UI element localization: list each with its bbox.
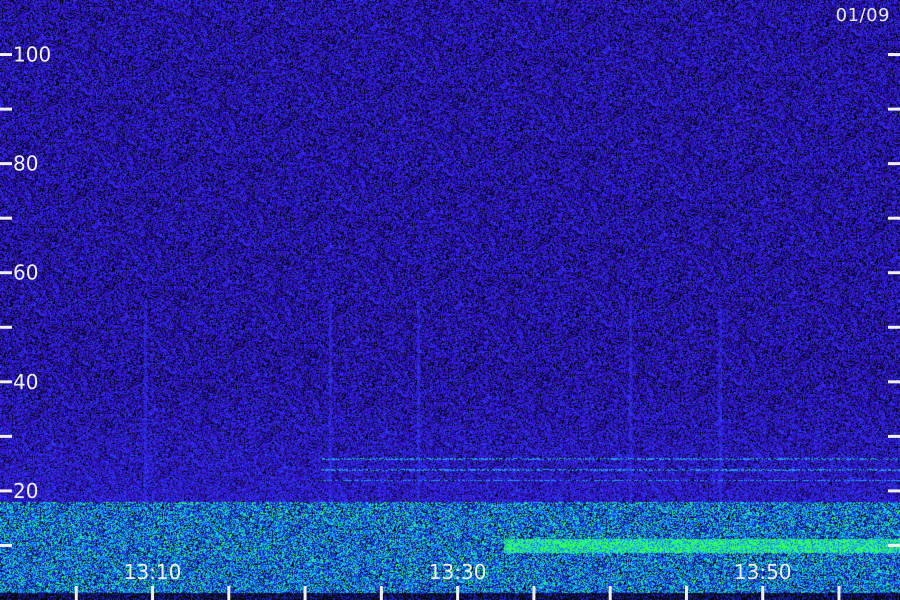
x-tick-label: 13:30	[429, 560, 487, 584]
x-tick-label: 13:10	[124, 560, 182, 584]
axis-overlay: 100 80 60 40 20 13:10 13:30 13:50	[0, 43, 900, 600]
spectrogram-panel: 100 80 60 40 20 13:10 13:30 13:50 01/09	[0, 0, 900, 600]
y-tick-label: 100	[13, 43, 51, 67]
y-tick-label: 40	[13, 370, 38, 394]
x-tick-label: 13:50	[734, 560, 792, 584]
y-tick-label: 60	[13, 261, 38, 285]
y-tick-label: 20	[13, 479, 38, 503]
y-tick-label: 80	[13, 152, 38, 176]
date-label: 01/09	[835, 5, 890, 26]
